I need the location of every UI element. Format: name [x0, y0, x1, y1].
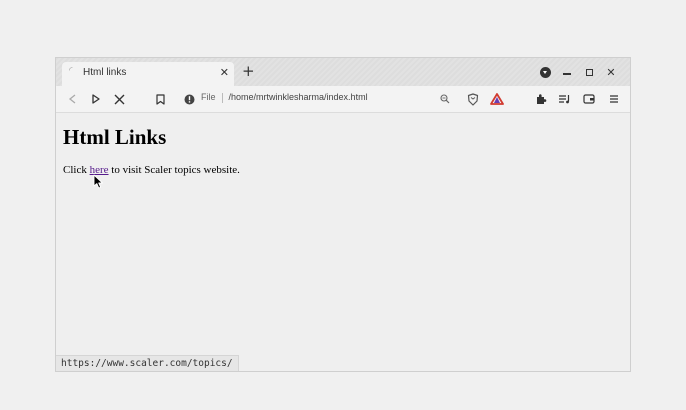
site-info-icon[interactable]	[180, 90, 198, 108]
zoom-icon[interactable]	[436, 90, 454, 108]
page-heading: Html Links	[63, 125, 167, 149]
playlist-icon[interactable]	[555, 90, 573, 108]
browser-tab[interactable]: ◜ Html links ✕	[62, 62, 234, 86]
tab-close-icon[interactable]: ✕	[220, 66, 229, 80]
maximize-icon[interactable]	[578, 62, 600, 82]
status-bar: https://www.scaler.com/topics/	[56, 355, 239, 371]
brave-rewards-icon[interactable]	[488, 90, 506, 108]
address-bar[interactable]: File/home/mrtwinklesharma/index.html	[201, 92, 368, 103]
paragraph-text-after: to visit Scaler topics website.	[108, 164, 240, 176]
tab-strip: ◜ Html links ✕ + ✕	[56, 58, 630, 86]
page-paragraph: Click here to visit Scaler topics websit…	[63, 164, 240, 176]
stop-icon[interactable]	[110, 90, 128, 108]
page-icon: ◜	[69, 66, 73, 76]
back-icon[interactable]	[64, 90, 82, 108]
address-url: /home/mrtwinklesharma/index.html	[228, 92, 368, 102]
new-tab-button[interactable]: +	[242, 62, 255, 80]
browser-window: ◜ Html links ✕ + ✕ File/home/mrtwinklesh…	[55, 57, 631, 372]
address-scheme-label: File	[201, 92, 216, 102]
mouse-pointer-icon	[93, 174, 103, 189]
forward-icon[interactable]	[87, 90, 105, 108]
menu-icon[interactable]	[605, 90, 623, 108]
page-viewport: Html Links Click here to visit Scaler to…	[56, 113, 630, 371]
paragraph-text-before: Click	[63, 164, 90, 176]
extensions-icon[interactable]	[532, 90, 550, 108]
close-icon[interactable]: ✕	[600, 62, 622, 82]
navigation-toolbar: File/home/mrtwinklesharma/index.html	[56, 86, 630, 113]
tab-title: Html links	[83, 67, 127, 78]
profile-menu-icon[interactable]	[534, 62, 556, 82]
brave-shields-icon[interactable]	[464, 90, 482, 108]
bookmark-icon[interactable]	[151, 90, 169, 108]
window-controls: ✕	[534, 62, 622, 82]
minimize-icon[interactable]	[556, 62, 578, 82]
address-divider	[221, 92, 223, 103]
wallet-icon[interactable]	[580, 90, 598, 108]
